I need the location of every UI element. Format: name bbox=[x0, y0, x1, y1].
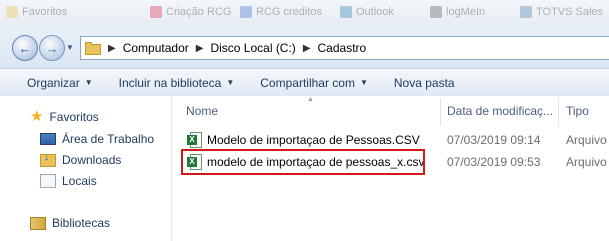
nav-downloads-label: Downloads bbox=[62, 153, 122, 167]
bookmark-item[interactable]: Criação RCG bbox=[150, 4, 231, 20]
bookmark-label: logMeIn bbox=[446, 6, 486, 18]
chevron-down-icon: ▼ bbox=[226, 78, 235, 87]
share-with-label: Compartilhar com bbox=[260, 75, 355, 90]
bookmark-label: Criação RCG bbox=[166, 6, 232, 18]
nav-locations-label: Locais bbox=[62, 174, 97, 188]
recent-places-icon bbox=[40, 174, 56, 188]
organize-button[interactable]: Organizar ▼ bbox=[27, 76, 93, 90]
address-bar[interactable]: ▶ Computador ▶ Disco Local (C:) ▶ Cadast… bbox=[80, 36, 609, 60]
bookmark-item[interactable]: logMeIn bbox=[430, 4, 485, 20]
file-name[interactable]: Modelo de importaçao de Pessoas.CSV bbox=[207, 133, 420, 147]
desktop-icon bbox=[40, 133, 56, 145]
column-header-date[interactable]: Data de modificaç... bbox=[447, 96, 557, 126]
back-button[interactable]: ← bbox=[12, 35, 38, 61]
chevron-down-icon: ▼ bbox=[84, 78, 93, 87]
recent-pages-dropdown-icon[interactable]: ▼ bbox=[66, 43, 74, 52]
navigation-pane: ★ Favoritos Área de Trabalho Downloads L… bbox=[0, 96, 172, 241]
highlight-box bbox=[181, 149, 425, 175]
file-type: Arquivo bbox=[566, 133, 607, 147]
bookmark-item[interactable]: Outlook bbox=[340, 4, 394, 20]
nav-downloads[interactable]: Downloads bbox=[40, 152, 122, 167]
column-name-label: Nome bbox=[186, 104, 219, 118]
bookmark-item[interactable]: RCG creditos bbox=[240, 4, 322, 20]
libraries-icon bbox=[30, 216, 46, 230]
organize-label: Organizar bbox=[27, 75, 80, 90]
chevron-right-icon[interactable]: ▶ bbox=[196, 43, 204, 54]
command-bar: Organizar ▼ Incluir na biblioteca ▼ Compar… bbox=[0, 68, 609, 97]
new-folder-label: Nova pasta bbox=[393, 75, 455, 90]
column-header-type[interactable]: Tipo bbox=[566, 96, 609, 126]
nav-favorites-label: Favoritos bbox=[49, 110, 99, 124]
bookmarks-bar: Favoritos Criação RCG RCG creditos Outlo… bbox=[0, 0, 609, 26]
forward-button[interactable]: → bbox=[39, 35, 65, 61]
chevron-right-icon[interactable]: ▶ bbox=[108, 43, 116, 54]
column-divider[interactable] bbox=[440, 98, 441, 126]
new-folder-button[interactable]: Nova pasta bbox=[394, 76, 455, 90]
file-date: 07/03/2019 09:53 bbox=[447, 155, 541, 169]
downloads-folder-icon bbox=[40, 152, 56, 167]
bookmark-item[interactable]: TOTVS Sales bbox=[520, 4, 603, 20]
star-icon: ★ bbox=[30, 108, 44, 125]
include-library-button[interactable]: Incluir na biblioteca ▼ bbox=[119, 76, 235, 90]
excel-csv-file-icon: X bbox=[187, 132, 202, 148]
file-date: 07/03/2019 09:14 bbox=[447, 133, 541, 147]
back-arrow-icon: ← bbox=[18, 40, 32, 56]
column-date-label: Data de modificaç... bbox=[447, 104, 554, 118]
address-row: ← → ▼ ▶ Computador ▶ Disco Local (C:) ▶ … bbox=[0, 26, 609, 68]
breadcrumb-cadastro[interactable]: Cadastro bbox=[318, 41, 367, 55]
file-row[interactable]: X Modelo de importaçao de Pessoas.CSV 07… bbox=[172, 130, 609, 150]
column-type-label: Tipo bbox=[566, 104, 589, 118]
nav-libraries-label: Bibliotecas bbox=[52, 216, 111, 230]
column-divider[interactable] bbox=[558, 98, 559, 126]
bookmark-label: Outlook bbox=[356, 6, 394, 18]
bookmark-label: Favoritos bbox=[22, 6, 68, 18]
nav-locations[interactable]: Locais bbox=[40, 174, 97, 188]
bookmark-label: RCG creditos bbox=[256, 6, 323, 18]
forward-arrow-icon: → bbox=[45, 40, 59, 56]
nav-favorites[interactable]: ★ Favoritos bbox=[30, 108, 99, 125]
folder-icon bbox=[85, 41, 101, 55]
column-header-name[interactable]: Nome bbox=[186, 96, 436, 126]
breadcrumb-computer[interactable]: Computador bbox=[123, 41, 189, 55]
chevron-right-icon[interactable]: ▶ bbox=[303, 43, 311, 54]
file-type: Arquivo bbox=[566, 155, 607, 169]
nav-libraries[interactable]: Bibliotecas bbox=[30, 216, 110, 230]
nav-desktop[interactable]: Área de Trabalho bbox=[40, 132, 154, 146]
bookmark-item[interactable]: Favoritos bbox=[6, 4, 67, 20]
share-with-button[interactable]: Compartilhar com ▼ bbox=[260, 76, 368, 90]
bookmark-label: TOTVS Sales bbox=[536, 6, 604, 18]
chevron-down-icon: ▼ bbox=[359, 78, 368, 87]
nav-desktop-label: Área de Trabalho bbox=[62, 132, 155, 146]
include-library-label: Incluir na biblioteca bbox=[118, 75, 222, 90]
file-list: ▲ Nome Data de modificaç... Tipo X Model… bbox=[172, 96, 609, 241]
breadcrumb-local-disk[interactable]: Disco Local (C:) bbox=[210, 41, 295, 55]
